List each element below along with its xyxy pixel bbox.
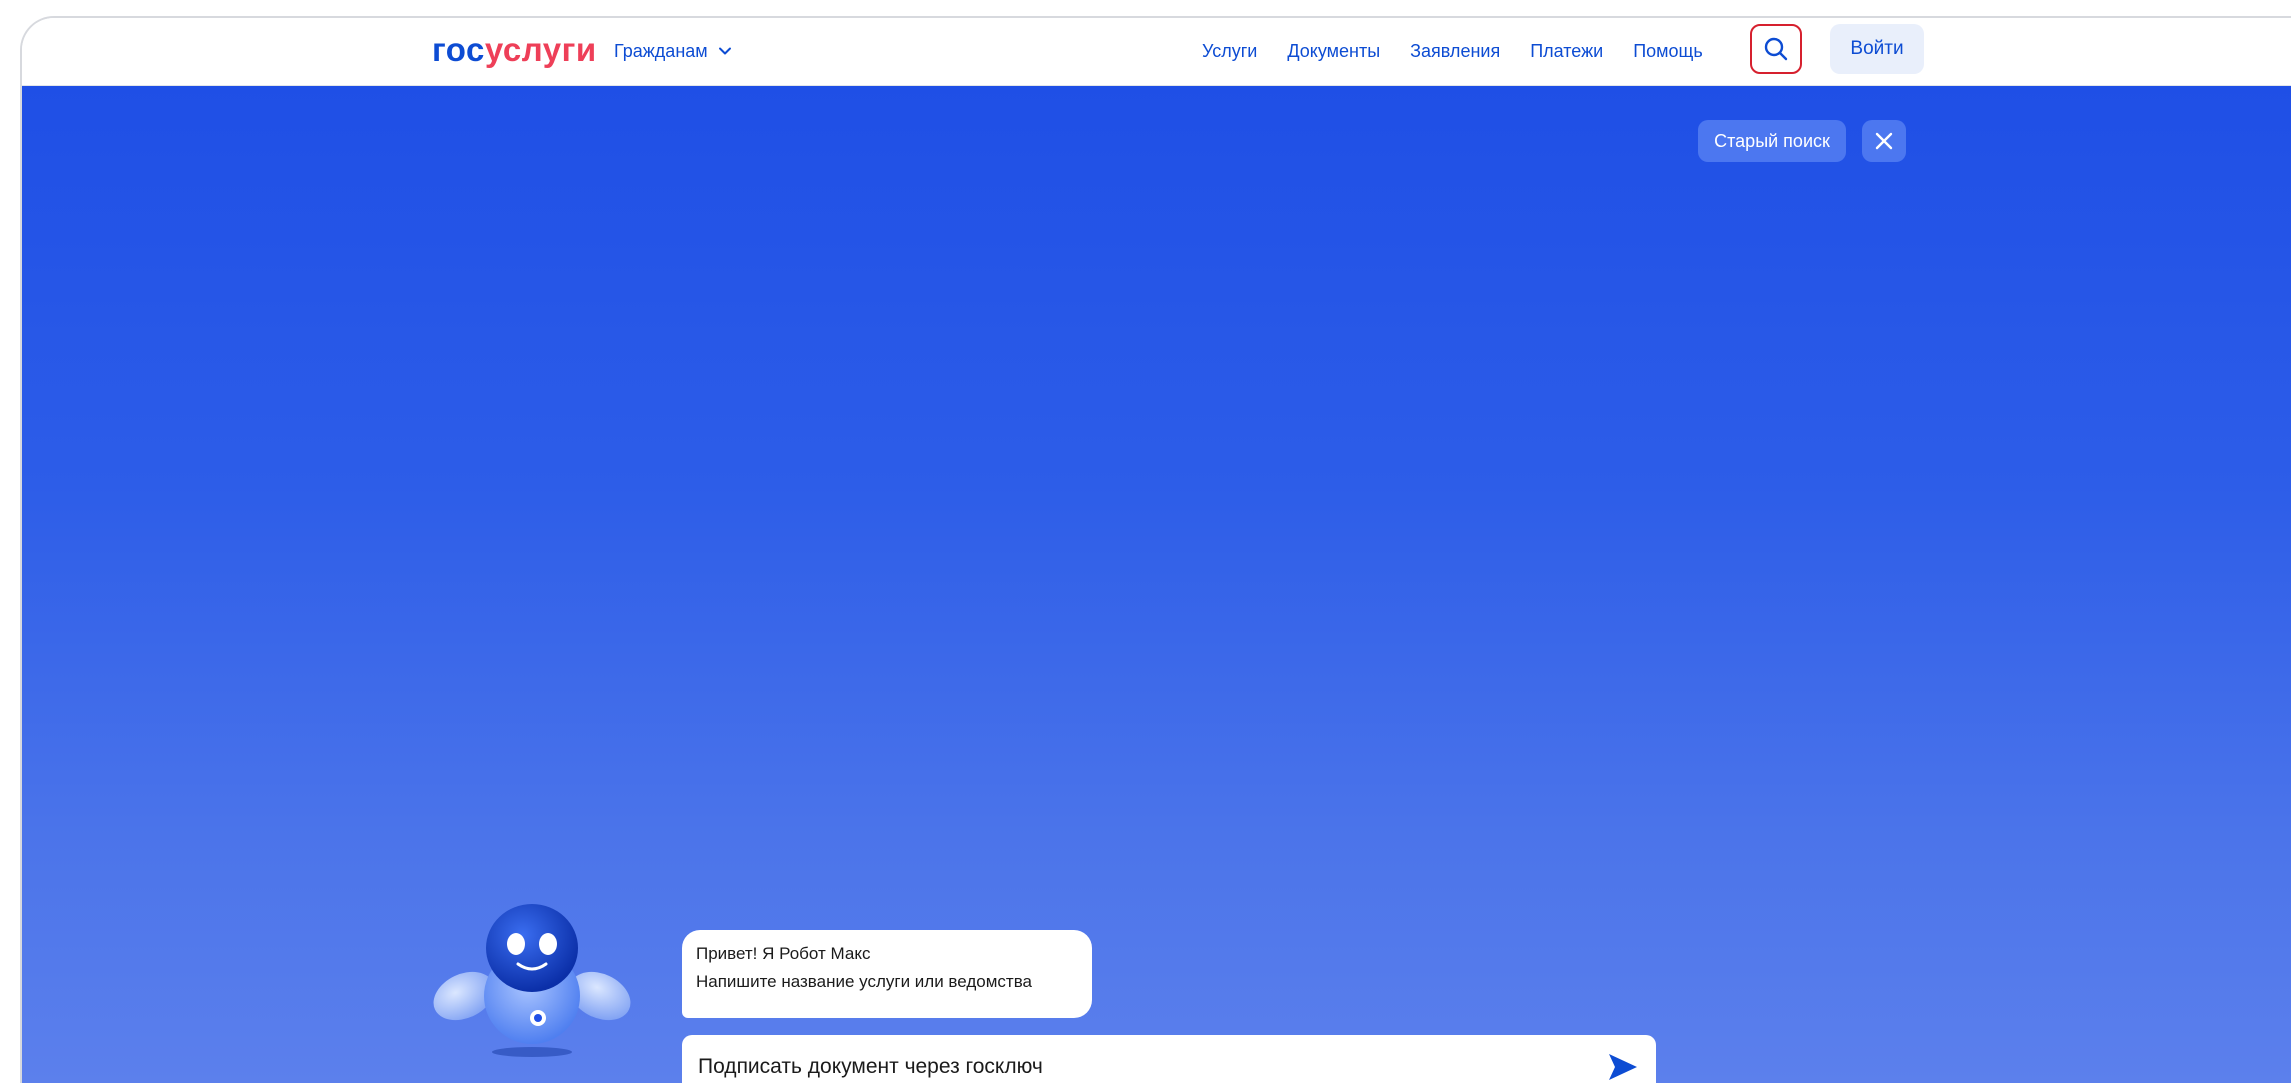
logo-part-uslugi: услуги <box>484 31 597 68</box>
nav-applications[interactable]: Заявления <box>1410 41 1500 62</box>
search-hero: Старый поиск Привет! Я Робот Макс Напиши… <box>22 86 2291 1083</box>
search-icon <box>1764 37 1788 61</box>
nav-documents[interactable]: Документы <box>1287 41 1380 62</box>
old-search-button[interactable]: Старый поиск <box>1698 120 1846 162</box>
login-button[interactable]: Войти <box>1830 24 1924 74</box>
citizens-label: Гражданам <box>614 40 708 61</box>
robot-max-avatar <box>433 904 631 1057</box>
send-button[interactable] <box>1604 1049 1642 1083</box>
browser-viewport: госуслуги Гражданам Услуги Документы Зая… <box>20 16 2291 1083</box>
search-input[interactable] <box>698 1047 1558 1083</box>
nav-help[interactable]: Помощь <box>1633 41 1703 62</box>
gosuslugi-logo[interactable]: госуслуги <box>432 32 597 68</box>
search-button[interactable] <box>1750 24 1802 74</box>
robot-greeting: Привет! Я Робот Макс <box>696 944 871 963</box>
close-button[interactable] <box>1862 120 1906 162</box>
chat-input-container <box>682 1035 1656 1083</box>
send-icon <box>1609 1054 1637 1080</box>
nav-services[interactable]: Услуги <box>1202 41 1257 62</box>
nav-payments[interactable]: Платежи <box>1530 41 1603 62</box>
robot-prompt: Напишите название услуги или ведомства <box>696 972 1032 991</box>
close-icon <box>1875 132 1893 150</box>
citizens-dropdown[interactable]: Гражданам <box>614 38 732 64</box>
chevron-down-icon <box>718 47 731 55</box>
site-header: госуслуги Гражданам Услуги Документы Зая… <box>22 18 2291 86</box>
main-nav: Услуги Документы Заявления Платежи Помощ… <box>1202 38 1733 64</box>
logo-part-gos: гос <box>432 31 485 68</box>
robot-message-bubble: Привет! Я Робот Макс Напишите название у… <box>682 930 1092 1018</box>
